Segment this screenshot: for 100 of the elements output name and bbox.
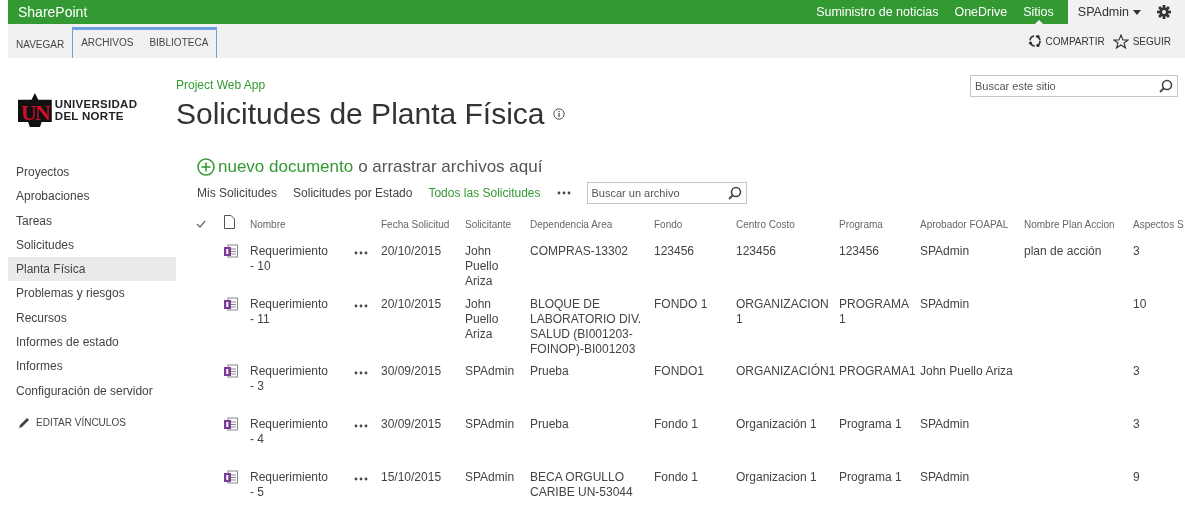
note-file-icon bbox=[224, 417, 238, 431]
column-header[interactable]: Fondo bbox=[654, 216, 736, 232]
column-header[interactable]: Nombre Plan Accion bbox=[1024, 216, 1133, 232]
settings-icon[interactable] bbox=[1157, 5, 1171, 19]
table-cell: plan de acción bbox=[1024, 244, 1102, 258]
table-cell: FONDO 1 bbox=[654, 297, 708, 311]
table-cell: 30/09/2015 bbox=[381, 364, 442, 378]
sidebar-item[interactable]: Informes bbox=[8, 354, 176, 379]
ellipsis-icon[interactable] bbox=[354, 251, 368, 255]
new-document-link[interactable]: nuevo documento bbox=[197, 157, 354, 177]
document-icon bbox=[224, 215, 235, 229]
file-name-link[interactable]: Requerimiento - 4 bbox=[250, 417, 334, 447]
pencil-icon bbox=[18, 416, 30, 429]
checkmark-icon bbox=[196, 219, 206, 228]
note-file-icon bbox=[224, 364, 238, 378]
table-cell: 20/10/2015 bbox=[381, 244, 442, 258]
ellipsis-icon[interactable] bbox=[354, 477, 368, 481]
sidebar-item[interactable]: Planta Física bbox=[8, 257, 176, 282]
table-cell: PROGRAMA1 bbox=[839, 364, 916, 378]
sidebar-item[interactable]: Solicitudes bbox=[8, 232, 176, 258]
caret-icon bbox=[1133, 9, 1141, 15]
ellipsis-icon[interactable] bbox=[354, 304, 368, 308]
ellipsis-icon[interactable] bbox=[556, 191, 571, 195]
column-header[interactable]: Nombre bbox=[250, 216, 354, 232]
suite-link[interactable]: Suministro de noticias bbox=[808, 0, 947, 24]
view-link[interactable]: Todos las Solicitudes bbox=[428, 186, 541, 200]
column-header[interactable]: Dependencia Area bbox=[530, 216, 654, 232]
table-cell: ORGANIZACION 1 bbox=[736, 297, 829, 326]
suite-link[interactable]: Sitios bbox=[1015, 0, 1062, 24]
file-name-link[interactable]: Requerimiento - 5 bbox=[250, 470, 334, 500]
sidebar-item[interactable]: Informes de estado bbox=[8, 330, 176, 355]
table-cell: 9 bbox=[1133, 470, 1140, 484]
table-cell: 15/10/2015 bbox=[381, 470, 442, 484]
suite-link[interactable]: OneDrive bbox=[946, 0, 1016, 24]
sidebar-item[interactable]: Tareas bbox=[8, 208, 176, 233]
ribbon-tab[interactable]: ARCHIVOS bbox=[73, 30, 142, 56]
table-cell: 3 bbox=[1133, 364, 1140, 378]
star-icon bbox=[1112, 33, 1129, 49]
share-icon bbox=[1027, 34, 1042, 48]
table-cell: John Puello Ariza bbox=[465, 297, 499, 341]
table-cell: 20/10/2015 bbox=[381, 297, 442, 311]
info-icon[interactable] bbox=[552, 108, 565, 120]
view-link[interactable]: Solicitudes por Estado bbox=[293, 186, 413, 200]
table-cell: SPAdmin bbox=[465, 417, 515, 431]
table-cell: Fondo 1 bbox=[654, 417, 699, 431]
sidebar-item[interactable]: Aprobaciones bbox=[8, 184, 176, 209]
logo-text: DEL NORTE bbox=[54, 110, 125, 122]
logo-letters: UN bbox=[21, 101, 49, 125]
table-cell: 123456 bbox=[839, 244, 880, 258]
table-cell: BECA ORGULLO CARIBE UN-53044 bbox=[530, 470, 633, 499]
table-cell: SPAdmin bbox=[920, 470, 970, 484]
table-cell: 3 bbox=[1133, 244, 1140, 258]
table-cell: 10 bbox=[1133, 297, 1147, 311]
follow-button[interactable]: SEGUIR bbox=[1112, 33, 1171, 49]
table-cell: Prueba bbox=[530, 417, 569, 431]
note-file-icon bbox=[224, 244, 238, 258]
sidebar-item[interactable]: Configuración de servidor bbox=[8, 378, 176, 403]
table-cell: John Puello Ariza bbox=[920, 364, 1013, 378]
column-header[interactable]: Aprobador FOAPAL bbox=[920, 216, 1024, 232]
sidebar-item[interactable]: Recursos bbox=[8, 305, 176, 331]
ellipsis-icon[interactable] bbox=[354, 424, 368, 428]
table-cell: Programa 1 bbox=[839, 470, 902, 484]
column-header[interactable]: Aspectos S bbox=[1133, 216, 1185, 232]
site-search-field[interactable]: Buscar este sitio bbox=[970, 75, 1178, 97]
table-cell: 3 bbox=[1133, 417, 1140, 431]
table-cell: BLOQUE DE LABORATORIO DIV. SALUD (BI001203-FOINOP)-BI001203 bbox=[530, 297, 642, 356]
table-cell: SPAdmin bbox=[920, 417, 970, 431]
search-icon[interactable] bbox=[1159, 79, 1173, 93]
table-cell: 30/09/2015 bbox=[381, 417, 442, 431]
table-cell: John Puello Ariza bbox=[465, 244, 499, 288]
breadcrumb-link[interactable]: Project Web App bbox=[176, 78, 565, 92]
drag-hint: o arrastrar archivos aquí bbox=[358, 157, 543, 177]
ellipsis-icon[interactable] bbox=[354, 371, 368, 375]
edit-links-button[interactable]: EDITAR VÍNCULOS bbox=[8, 402, 176, 443]
file-name-link[interactable]: Requerimiento - 3 bbox=[250, 364, 334, 394]
table-cell: SPAdmin bbox=[465, 364, 515, 378]
file-search-field[interactable]: Buscar un archivo bbox=[586, 182, 747, 204]
table-cell: 123456 bbox=[654, 244, 695, 258]
column-header[interactable]: Centro Costo bbox=[736, 216, 839, 232]
ribbon-tab[interactable]: NAVEGAR bbox=[8, 30, 73, 58]
ribbon-tab[interactable]: BIBLIOTECA bbox=[141, 30, 217, 56]
table-cell: Programa 1 bbox=[839, 417, 902, 431]
table-cell: ORGANIZACIÓN1 bbox=[736, 364, 836, 378]
search-icon[interactable] bbox=[727, 186, 742, 200]
file-name-link[interactable]: Requerimiento - 11 bbox=[250, 297, 334, 327]
file-name-link[interactable]: Requerimiento - 10 bbox=[250, 244, 334, 274]
sidebar-item[interactable]: Proyectos bbox=[8, 160, 176, 185]
note-file-icon bbox=[224, 297, 238, 311]
column-header[interactable]: Fecha Solicitud bbox=[381, 216, 465, 232]
sidebar-item[interactable]: Problemas y riesgos bbox=[8, 281, 176, 306]
column-header[interactable]: Solicitante bbox=[465, 216, 530, 232]
brand-name[interactable]: SharePoint bbox=[8, 4, 88, 20]
table-cell: 123456 bbox=[736, 244, 777, 258]
table-cell: Organizacion 1 bbox=[736, 470, 817, 484]
column-header[interactable]: Programa bbox=[839, 216, 920, 232]
table-cell: Prueba bbox=[530, 364, 569, 378]
share-button[interactable]: COMPARTIR bbox=[1027, 34, 1105, 48]
table-cell: COMPRAS-13302 bbox=[530, 244, 629, 258]
table-cell: Fondo 1 bbox=[654, 470, 699, 484]
view-link[interactable]: Mis Solicitudes bbox=[197, 186, 278, 200]
